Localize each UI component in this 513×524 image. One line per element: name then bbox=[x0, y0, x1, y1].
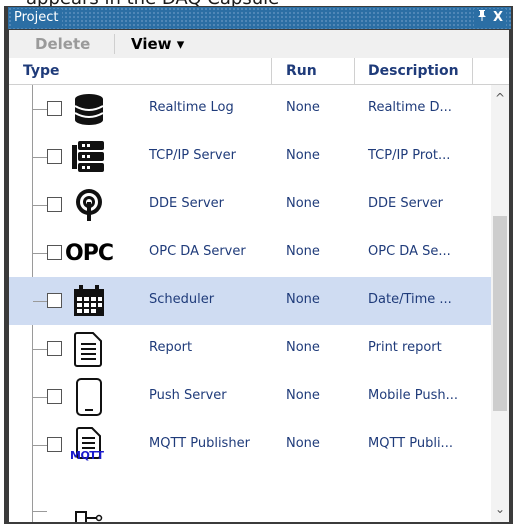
item-description: MQTT Publi... bbox=[368, 436, 453, 451]
item-name[interactable]: Scheduler bbox=[149, 292, 214, 307]
item-run: None bbox=[286, 340, 320, 355]
item-name[interactable]: Realtime Log bbox=[149, 100, 234, 115]
mqtt-document-icon: MQTT bbox=[69, 425, 109, 465]
database-icon bbox=[69, 89, 109, 129]
list-item[interactable]: MQTT MQTT Publisher None MQTT Publi... bbox=[9, 421, 491, 469]
column-divider[interactable] bbox=[271, 58, 272, 84]
item-run: None bbox=[286, 148, 320, 163]
vertical-scrollbar[interactable]: ^ ⌄ bbox=[491, 85, 509, 522]
list-item[interactable]: TCP/IP Server None TCP/IP Prot... bbox=[9, 133, 491, 181]
tree-branch bbox=[33, 253, 47, 254]
tree-branch bbox=[33, 445, 47, 446]
column-divider[interactable] bbox=[472, 58, 473, 84]
item-run: None bbox=[286, 196, 320, 211]
row-checkbox[interactable] bbox=[47, 197, 62, 212]
scrollbar-thumb[interactable] bbox=[493, 216, 507, 411]
tree-branch bbox=[33, 397, 47, 398]
list-item-partial[interactable] bbox=[9, 469, 491, 522]
scroll-down-icon[interactable]: ⌄ bbox=[491, 500, 509, 518]
opc-logo-icon: OPC bbox=[65, 233, 114, 273]
row-checkbox[interactable] bbox=[47, 149, 62, 164]
close-icon[interactable]: X bbox=[490, 9, 507, 27]
window-title-bar[interactable]: Project X bbox=[8, 7, 511, 29]
item-run: None bbox=[286, 388, 320, 403]
pin-icon[interactable] bbox=[474, 9, 490, 27]
item-run: None bbox=[286, 292, 320, 307]
tree-branch bbox=[33, 511, 47, 512]
list-item[interactable]: OPC OPC DA Server None OPC DA Se... bbox=[9, 229, 491, 277]
list-item[interactable]: Push Server None Mobile Push... bbox=[9, 373, 491, 421]
project-panel: Delete View ▾ Type Run Description Realt… bbox=[9, 30, 509, 522]
item-description: Mobile Push... bbox=[368, 388, 459, 403]
opc-logo-text: OPC bbox=[65, 240, 114, 266]
row-checkbox[interactable] bbox=[47, 389, 62, 404]
item-name[interactable]: OPC DA Server bbox=[149, 244, 246, 259]
row-checkbox[interactable] bbox=[47, 101, 62, 116]
item-description: TCP/IP Prot... bbox=[368, 148, 451, 163]
item-name[interactable]: Push Server bbox=[149, 388, 227, 403]
tree-branch bbox=[33, 301, 47, 302]
item-name[interactable]: TCP/IP Server bbox=[149, 148, 236, 163]
report-document-icon bbox=[69, 329, 109, 369]
item-name[interactable]: Report bbox=[149, 340, 192, 355]
window-title: Project bbox=[12, 9, 63, 27]
scroll-up-icon[interactable]: ^ bbox=[491, 89, 509, 107]
toolbar-divider bbox=[114, 34, 115, 54]
mqtt-label: MQTT bbox=[70, 449, 104, 462]
item-run: None bbox=[286, 100, 320, 115]
column-header-type[interactable]: Type bbox=[23, 58, 60, 84]
column-header-description[interactable]: Description bbox=[368, 58, 459, 84]
column-divider[interactable] bbox=[354, 58, 355, 84]
list-item[interactable]: DDE Server None DDE Server bbox=[9, 181, 491, 229]
list-item-selected[interactable]: Scheduler None Date/Time ... bbox=[9, 277, 491, 325]
tree-branch bbox=[33, 157, 47, 158]
tree-branch bbox=[33, 349, 47, 350]
list-item[interactable]: Report None Print report bbox=[9, 325, 491, 373]
tree-branch bbox=[33, 109, 47, 110]
server-icon bbox=[69, 137, 109, 177]
row-checkbox[interactable] bbox=[47, 245, 62, 260]
tree-branch bbox=[33, 205, 47, 206]
item-description: DDE Server bbox=[368, 196, 443, 211]
column-header: Type Run Description bbox=[9, 58, 509, 85]
calendar-icon bbox=[69, 281, 109, 321]
column-header-run[interactable]: Run bbox=[286, 58, 317, 84]
toolbar: Delete View ▾ bbox=[9, 30, 509, 59]
list-item[interactable]: Realtime Log None Realtime D... bbox=[9, 85, 491, 133]
item-description: Print report bbox=[368, 340, 442, 355]
item-run: None bbox=[286, 244, 320, 259]
project-list: Realtime Log None Realtime D... TCP/IP S… bbox=[9, 85, 491, 522]
dde-antenna-icon bbox=[69, 185, 109, 225]
row-checkbox[interactable] bbox=[47, 341, 62, 356]
connector-icon bbox=[75, 509, 105, 522]
item-name[interactable]: MQTT Publisher bbox=[149, 436, 250, 451]
row-checkbox[interactable] bbox=[47, 437, 62, 452]
item-description: OPC DA Se... bbox=[368, 244, 451, 259]
mobile-phone-icon bbox=[69, 377, 109, 417]
item-name[interactable]: DDE Server bbox=[149, 196, 224, 211]
item-run: None bbox=[286, 436, 320, 451]
item-description: Realtime D... bbox=[368, 100, 452, 115]
view-menu-button[interactable]: View ▾ bbox=[131, 34, 184, 54]
item-description: Date/Time ... bbox=[368, 292, 452, 307]
row-checkbox[interactable] bbox=[47, 293, 62, 308]
delete-button[interactable]: Delete bbox=[35, 34, 90, 54]
